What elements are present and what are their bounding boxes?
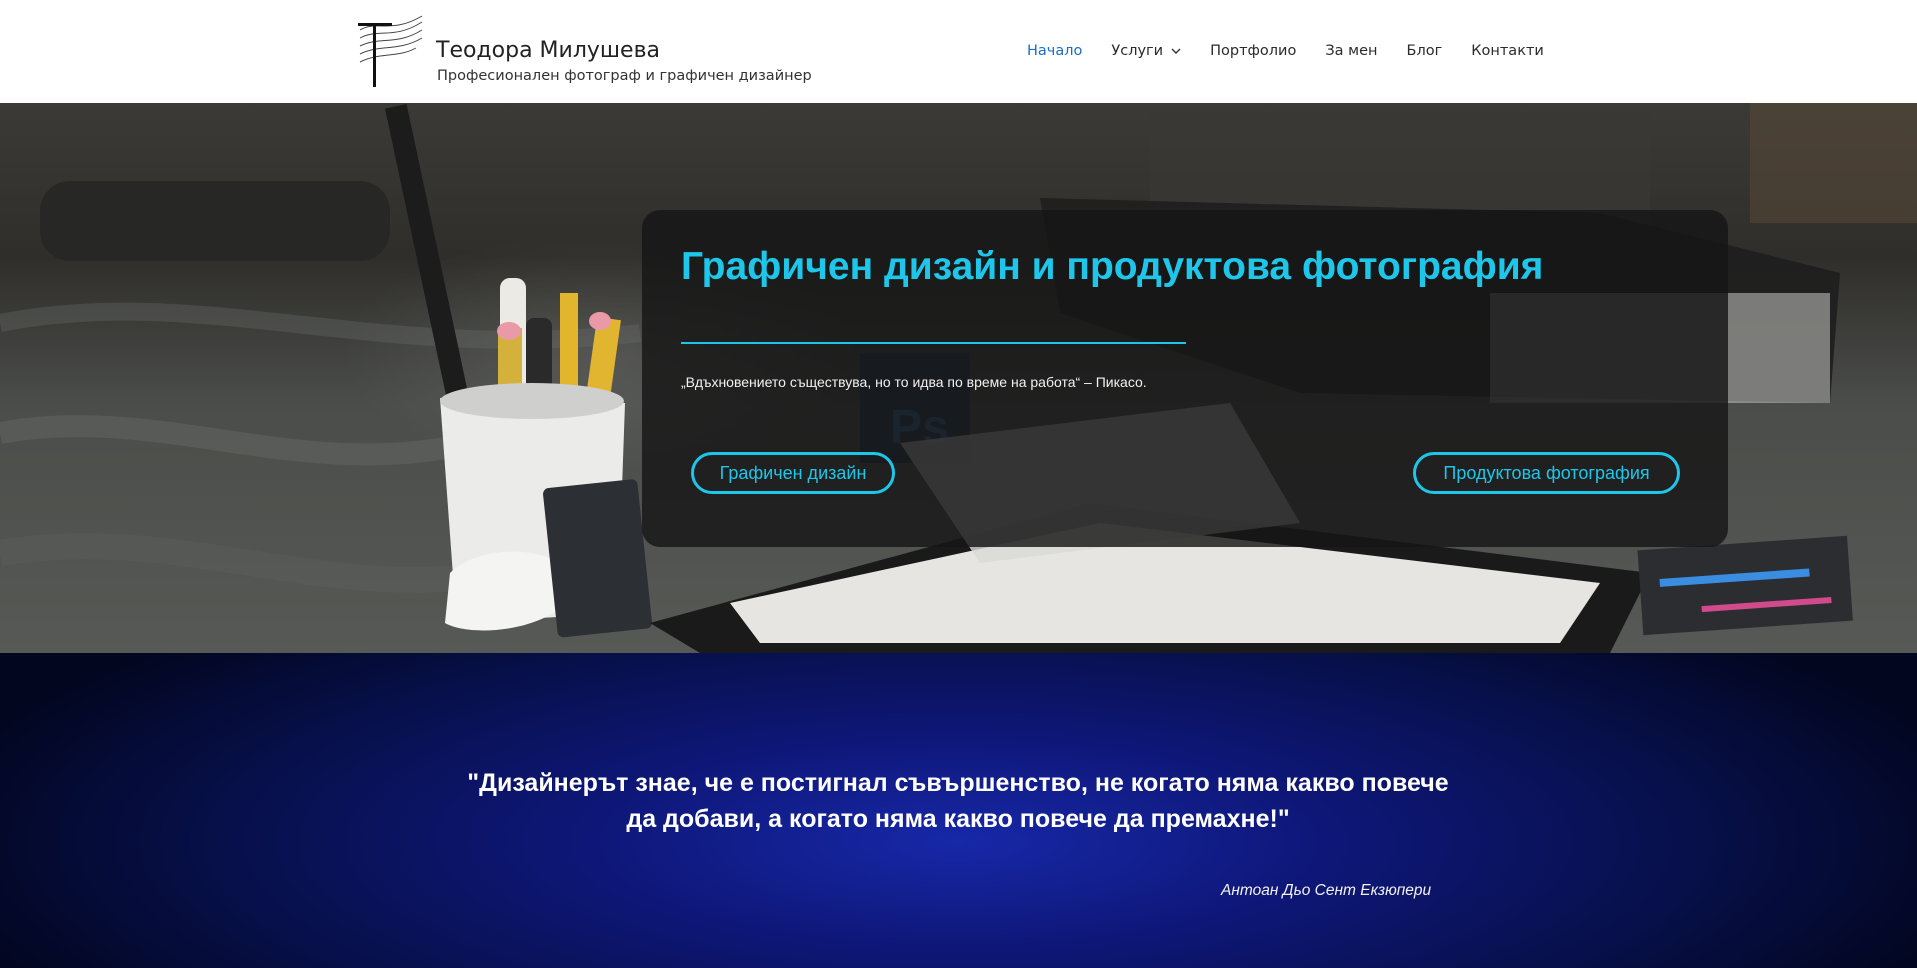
nav-item-services[interactable]: Услуги	[1111, 43, 1181, 59]
graphic-design-button[interactable]: Графичен дизайн	[691, 452, 895, 494]
site-logo-icon[interactable]	[358, 12, 424, 90]
nav-item-portfolio[interactable]: Портфолио	[1210, 43, 1296, 59]
site-tagline: Професионален фотограф и графичен дизайн…	[437, 68, 812, 84]
quote-author: Антоан Дьо Сент Екзюпери	[1221, 882, 1432, 899]
nav-item-label: Блог	[1406, 43, 1443, 59]
quote-section: "Дизайнерът знае, че е постигнал съвърше…	[0, 653, 1917, 968]
hero-quote: „Вдъхновението съществува, но то идва по…	[681, 374, 1147, 390]
hero-divider	[681, 342, 1186, 344]
nav-item-label: Услуги	[1111, 43, 1164, 59]
site-header: Теодора Милушева Професионален фотограф …	[0, 0, 1917, 103]
nav-item-home[interactable]: Начало	[1027, 43, 1082, 59]
nav-item-label: Начало	[1027, 43, 1083, 59]
hero-section: Ps Графичен дизайн и продуктова фотограф…	[0, 103, 1917, 653]
nav-item-about[interactable]: За мен	[1325, 43, 1377, 59]
nav-item-label: За мен	[1325, 43, 1378, 59]
featured-quote: "Дизайнерът знае, че е постигнал съвърше…	[467, 769, 1449, 833]
product-photography-button[interactable]: Продуктова фотография	[1413, 452, 1680, 494]
hero-overlay-card: Графичен дизайн и продуктова фотография …	[642, 210, 1728, 547]
site-title[interactable]: Теодора Милушева	[436, 38, 660, 63]
nav-item-contacts[interactable]: Контакти	[1471, 43, 1544, 59]
hero-title: Графичен дизайн и продуктова фотография	[681, 245, 1544, 288]
nav-item-label: Контакти	[1471, 43, 1544, 59]
nav-item-label: Портфолио	[1210, 43, 1297, 59]
chevron-down-icon[interactable]	[1171, 48, 1181, 54]
nav-item-blog[interactable]: Блог	[1407, 43, 1443, 59]
main-navigation: Начало Услуги Портфолио За мен Блог Конт…	[1027, 40, 1544, 62]
